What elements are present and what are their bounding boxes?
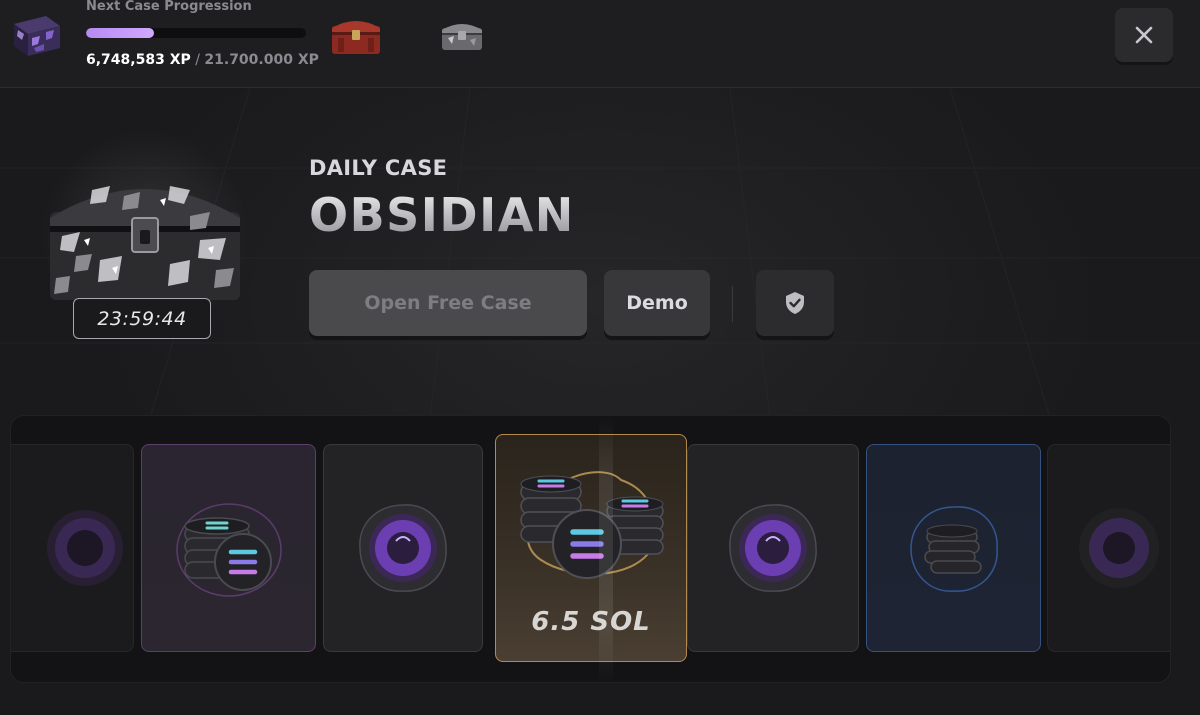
xp-current: 6,748,583 XP [86, 52, 191, 68]
xp-progress-fill [86, 28, 155, 38]
progress-label: Next Case Progression [86, 0, 252, 14]
demo-button[interactable]: Demo [604, 270, 710, 336]
open-free-case-button[interactable]: Open Free Case [309, 270, 587, 336]
reel-item-purple-coin [11, 444, 134, 652]
reel-item-sol-stack [141, 444, 316, 652]
shield-check-icon [786, 292, 804, 314]
button-divider [732, 286, 733, 322]
close-button[interactable] [1115, 8, 1173, 62]
purple-coin-icon [729, 504, 817, 592]
provably-fair-button[interactable] [756, 270, 834, 336]
coin-stack-icon [909, 506, 998, 592]
purple-coin-icon [46, 510, 123, 586]
case-title: OBSIDIAN [309, 188, 575, 242]
xp-target: 21.700.000 XP [204, 52, 319, 68]
xp-progress-bar [86, 28, 306, 38]
purple-coin-icon [1078, 508, 1159, 588]
case-timer: 23:59:44 [73, 298, 211, 339]
current-case-thumbnail [14, 16, 60, 56]
winning-item-label: 6.5 SOL [531, 607, 651, 637]
future-case-gray-chest [442, 24, 482, 50]
reel-center-indicator [599, 416, 613, 682]
reel-item-purple-coin [323, 444, 483, 652]
case-reel: 6.5 SOL [10, 415, 1171, 683]
next-case-red-chest [332, 21, 380, 54]
sol-coin-stack-icon [175, 503, 282, 597]
reel-item-purple-coin [1047, 444, 1170, 652]
case-subtitle: DAILY CASE [309, 156, 448, 180]
sol-coin-pile-icon [520, 471, 664, 579]
purple-coin-icon [359, 504, 447, 592]
xp-readout: 6,748,583 XP / 21.700.000 XP [86, 52, 319, 68]
reel-item-purple-coin [687, 444, 859, 652]
reel-item-sol-pile-winner: 6.5 SOL [495, 434, 687, 662]
top-bar: Next Case Progression 6,748,583 XP / 21.… [0, 0, 1200, 88]
reel-item-coin-stack [866, 444, 1041, 652]
xp-separator: / [190, 52, 205, 68]
close-icon [1135, 26, 1153, 44]
obsidian-case-image [50, 186, 240, 300]
